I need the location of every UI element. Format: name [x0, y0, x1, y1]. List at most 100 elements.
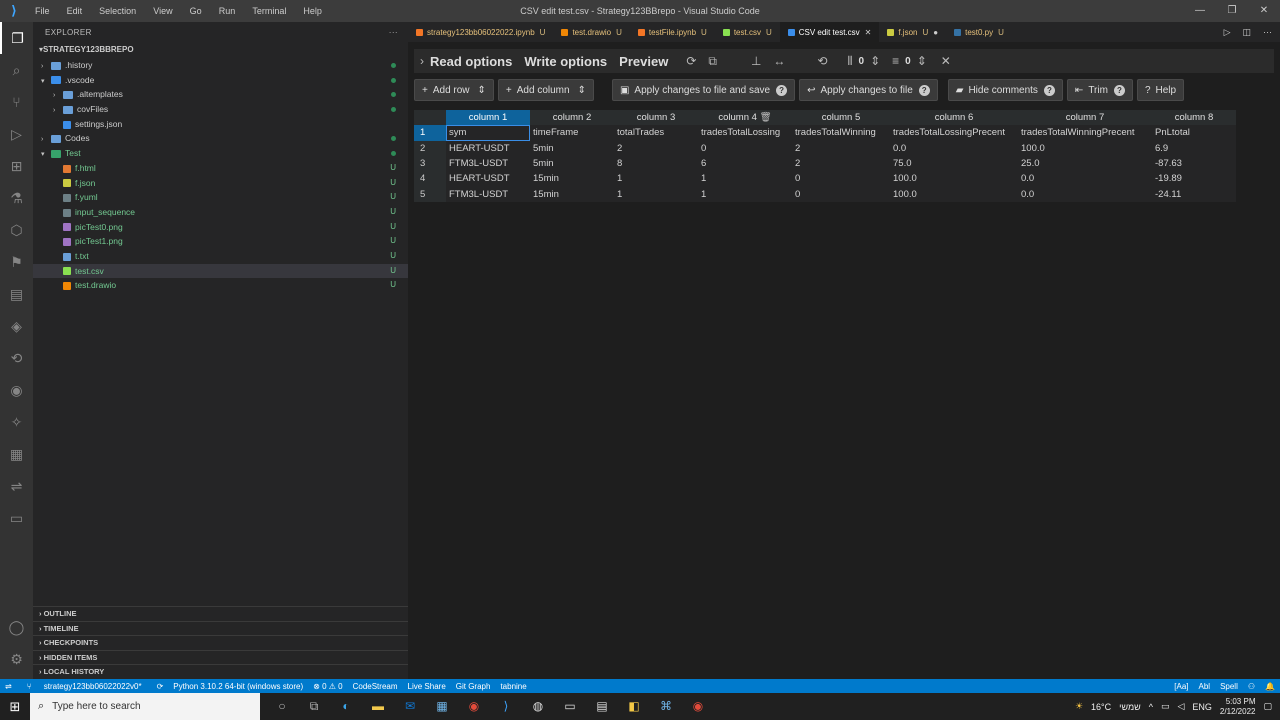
- table-cell[interactable]: 100.0: [1018, 140, 1152, 156]
- bookmarks-icon[interactable]: ⚑: [0, 246, 33, 278]
- account-icon[interactable]: ◯: [0, 611, 33, 643]
- tabnine-icon[interactable]: ▦: [0, 438, 33, 470]
- section-timeline[interactable]: › TIMELINE: [33, 620, 408, 636]
- calendar-icon[interactable]: ▤: [586, 699, 618, 714]
- clock[interactable]: 5:03 PM 2/12/2022: [1220, 697, 1256, 717]
- sync-icon[interactable]: ⟲: [817, 54, 827, 68]
- resize-columns-icon[interactable]: ⊥: [751, 54, 761, 68]
- tab-csv-edit[interactable]: CSV edit test.csv ✕: [779, 22, 880, 42]
- tabnine-indicator[interactable]: tabnine: [500, 682, 526, 691]
- copy-icon[interactable]: ⧉: [708, 54, 717, 69]
- table-cell[interactable]: 0.0: [1018, 186, 1152, 202]
- tree-item-settings-json[interactable]: settings.json: [33, 117, 408, 132]
- testing-icon[interactable]: ⚗: [0, 182, 33, 214]
- menu-file[interactable]: File: [35, 6, 50, 16]
- search-icon[interactable]: ⌕: [0, 54, 33, 86]
- column-header-6[interactable]: column 6: [890, 110, 1018, 126]
- corner-cell[interactable]: [414, 110, 446, 126]
- row-number[interactable]: 2: [414, 140, 446, 156]
- graph-icon[interactable]: ◈: [0, 310, 33, 342]
- table-cell[interactable]: 0.0: [890, 140, 1018, 156]
- liveshare-indicator[interactable]: Live Share: [408, 682, 446, 691]
- column-header-1[interactable]: column 1: [446, 110, 530, 126]
- problems-indicator[interactable]: ⊗ 0 ⚠ 0: [313, 682, 342, 691]
- column-header-8[interactable]: column 8: [1152, 110, 1236, 126]
- remote-icon[interactable]: ⇌: [0, 470, 33, 502]
- row-number[interactable]: 4: [414, 171, 446, 187]
- tab-close-icon[interactable]: ✕: [865, 28, 872, 37]
- read-options-button[interactable]: Read options: [430, 54, 512, 69]
- feedback-icon[interactable]: ⚇: [1248, 682, 1255, 691]
- tab-test-csv[interactable]: test.csv U: [715, 22, 780, 42]
- menu-view[interactable]: View: [153, 6, 172, 16]
- row-number[interactable]: 1: [414, 125, 446, 141]
- tree-item-f-html[interactable]: f.html U: [33, 161, 408, 176]
- weather-text[interactable]: שמשי: [1119, 702, 1141, 712]
- terminal-icon[interactable]: ▭: [554, 699, 586, 714]
- restore-icon[interactable]: ❐: [1216, 0, 1248, 22]
- table-cell[interactable]: 0: [792, 171, 890, 187]
- tree-item-input-sequence[interactable]: input_sequence U: [33, 205, 408, 220]
- table-cell[interactable]: 6.9: [1152, 140, 1236, 156]
- vscode-icon[interactable]: ⟩: [490, 699, 522, 714]
- run-icon[interactable]: ▷: [1224, 27, 1231, 38]
- tree-item-vscode[interactable]: ▾ .vscode: [33, 73, 408, 88]
- tree-item-history[interactable]: › .history: [33, 58, 408, 73]
- row-number[interactable]: 3: [414, 155, 446, 172]
- tab-f-json[interactable]: f.json U ●: [879, 22, 946, 42]
- table-cell[interactable]: 1: [614, 186, 698, 202]
- tab-test-drawio[interactable]: test.drawio U: [553, 22, 629, 42]
- table-cell[interactable]: 75.0: [890, 155, 1018, 172]
- table-cell[interactable]: 8: [614, 155, 698, 172]
- table-cell[interactable]: 5min: [530, 155, 614, 172]
- table-cell[interactable]: 0: [792, 186, 890, 202]
- edge-icon[interactable]: ◐: [330, 699, 362, 714]
- section-outline[interactable]: › OUTLINE: [33, 606, 408, 621]
- table-cell[interactable]: -19.89: [1152, 171, 1236, 187]
- table-cell[interactable]: -87.63: [1152, 155, 1236, 172]
- close-icon[interactable]: ✕: [1248, 0, 1280, 22]
- file-explorer-icon[interactable]: ▬: [362, 699, 394, 714]
- split-editor-icon[interactable]: ◫: [1242, 27, 1251, 38]
- tray-chevron-icon[interactable]: ^: [1149, 702, 1153, 712]
- chrome-secondary-icon[interactable]: ◉: [682, 699, 714, 714]
- column-header-2[interactable]: column 2: [530, 110, 614, 126]
- taskbar-search[interactable]: ⌕ Type here to search: [30, 693, 260, 720]
- table-cell[interactable]: 15min: [530, 171, 614, 187]
- source-control-icon[interactable]: ⑂: [0, 86, 33, 118]
- history-icon[interactable]: ⟲: [0, 342, 33, 374]
- table-cell[interactable]: sym: [446, 125, 530, 141]
- table-cell[interactable]: 6: [698, 155, 792, 172]
- apply-save-button[interactable]: ▣ Apply changes to file and save?: [611, 79, 796, 101]
- table-cell[interactable]: 0: [698, 140, 792, 156]
- tree-item-t-txt[interactable]: t.txt U: [33, 249, 408, 264]
- windows-start-icon[interactable]: ⊞: [0, 699, 30, 715]
- menu-terminal[interactable]: Terminal: [252, 6, 286, 16]
- table-cell[interactable]: HEART-USDT: [446, 140, 530, 156]
- tree-item-test-csv[interactable]: test.csv U: [33, 263, 408, 279]
- codestream-icon[interactable]: ✧: [0, 406, 33, 438]
- volume-icon[interactable]: ◁: [1177, 701, 1184, 712]
- python-interpreter[interactable]: Python 3.10.2 64-bit (windows store): [173, 682, 303, 691]
- help-button[interactable]: ? Help: [1136, 79, 1185, 101]
- table-cell[interactable]: timeFrame: [530, 125, 614, 141]
- table-cell[interactable]: FTM3L-USDT: [446, 155, 530, 172]
- apply-button[interactable]: ↩ Apply changes to file?: [799, 79, 938, 101]
- spell-indicator[interactable]: Spell: [1220, 682, 1238, 691]
- help-circle-icon[interactable]: ?: [918, 84, 930, 96]
- tab-testfile-ipynb[interactable]: testFile.ipynb U: [630, 22, 715, 42]
- table-cell[interactable]: 100.0: [890, 171, 1018, 187]
- menu-help[interactable]: Help: [303, 6, 322, 16]
- stepper-icon[interactable]: ⇕: [478, 85, 486, 96]
- stepper-icon[interactable]: ⇕: [917, 54, 927, 68]
- preview-button[interactable]: Preview: [619, 54, 668, 69]
- section-checkpoints[interactable]: › CHECKPOINTS: [33, 635, 408, 650]
- table-cell[interactable]: 5min: [530, 140, 614, 156]
- delete-column-icon[interactable]: 🗑: [760, 112, 772, 123]
- section-local-history[interactable]: › LOCAL HISTORY: [33, 664, 408, 679]
- liveshare-icon[interactable]: ◉: [0, 374, 33, 406]
- tab-strategy-ipynb[interactable]: strategy123bb06022022.ipynb U: [408, 22, 553, 42]
- reload-icon[interactable]: ⟳: [686, 54, 696, 68]
- collapse-chevron-icon[interactable]: ›: [420, 54, 424, 68]
- sticky-notes-icon[interactable]: ◧: [618, 699, 650, 714]
